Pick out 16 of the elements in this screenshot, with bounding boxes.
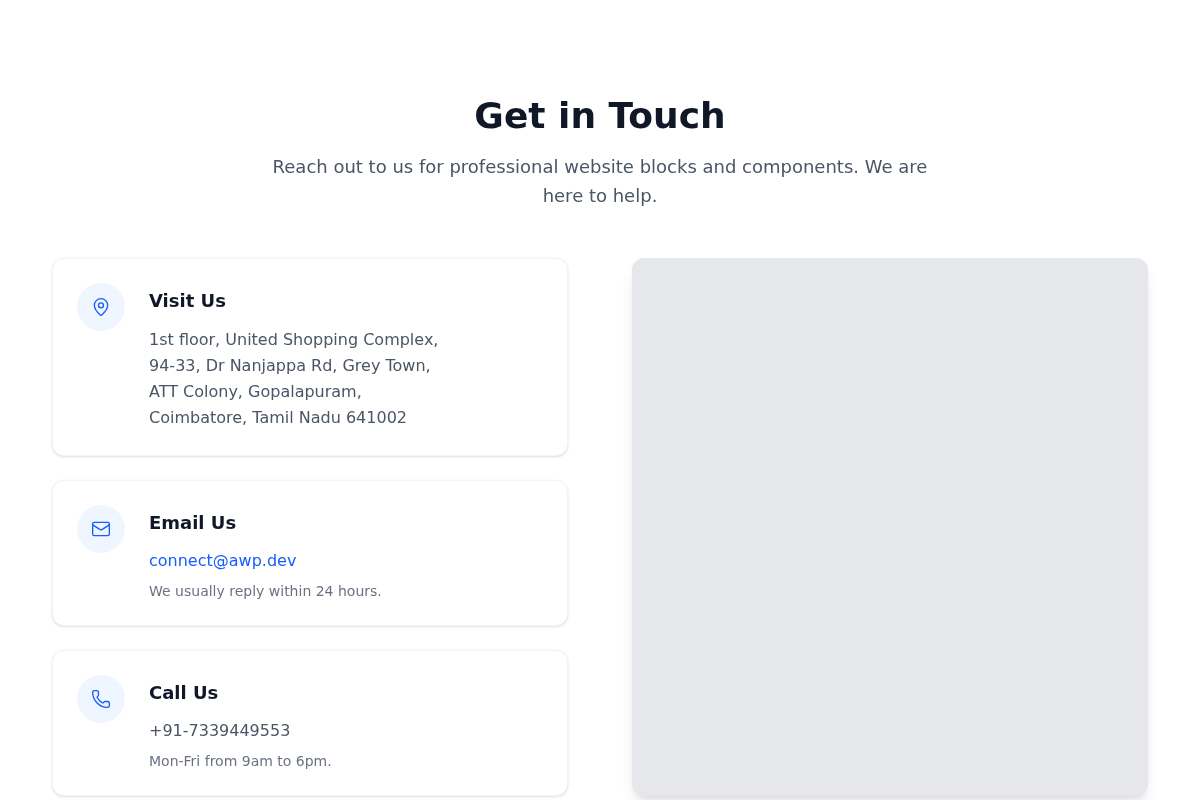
card-title: Call Us xyxy=(149,681,220,705)
page-title: Get in Touch xyxy=(474,96,726,136)
card-note: Mon-Fri from 9am to 6pm. xyxy=(149,752,332,771)
card-note: We usually reply within 24 hours. xyxy=(149,582,382,601)
email-link[interactable]: connect@awp.dev xyxy=(149,549,382,573)
phone-number: +91-7339449553 xyxy=(149,720,292,742)
address-line: ATT Colony, Gopalapuram, xyxy=(149,381,363,403)
address-line: 94-33, Dr Nanjappa Rd, Grey Town, xyxy=(149,355,432,377)
address-line: Coimbatore, Tamil Nadu 641002 xyxy=(149,407,408,429)
card-title: Visit Us xyxy=(149,289,227,313)
address-line: 1st floor, United Shopping Complex, xyxy=(149,329,439,351)
envelope-icon xyxy=(77,505,125,553)
card-title: Email Us xyxy=(149,511,238,535)
page-subtitle: Reach out to us for professional website blocks and components. We are here to help. xyxy=(271,155,929,208)
map-pin-icon xyxy=(77,283,125,331)
phone-icon xyxy=(77,675,125,723)
